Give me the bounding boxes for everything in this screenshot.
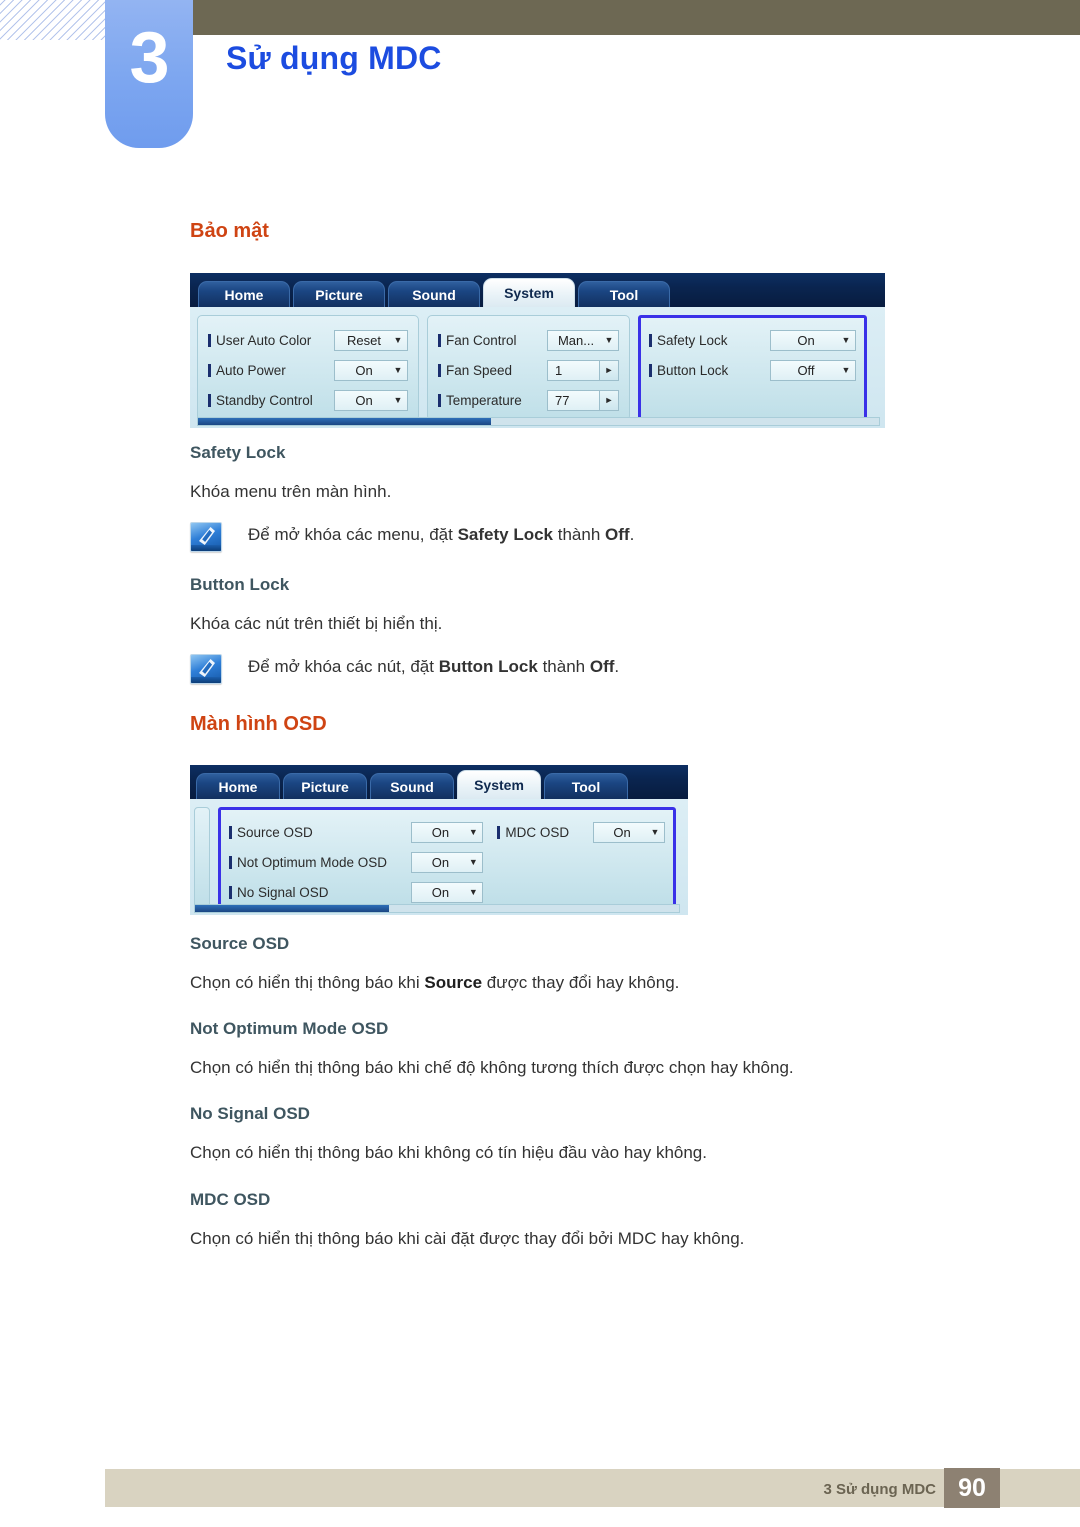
group-security-highlighted: Safety Lock On ▼ Button Lock Off ▼ [638,315,867,421]
body-button-lock: Khóa các nút trên thiết bị hiển thị. [190,614,443,633]
spinner-temperature[interactable]: 77 ► [547,389,619,411]
label-fan-speed: Fan Speed [438,363,512,378]
dropdown-auto-power[interactable]: On ▼ [334,359,408,381]
partial-group-left-edge [194,807,210,908]
chevron-down-icon: ▼ [468,856,478,867]
note-safety-lock-text: Để mở khóa các menu, đặt Safety Lock thà… [248,525,635,544]
label-user-auto-color: User Auto Color [208,333,311,348]
chevron-down-icon: ▼ [468,886,478,897]
chevron-right-icon[interactable]: ► [599,360,618,380]
subsection-title-safety-lock: Safety Lock [190,443,286,462]
row-fan-control: Fan Control Man... ▼ [438,325,619,355]
chevron-down-icon: ▼ [841,334,851,345]
group-fan-temperature: Fan Control Man... ▼ Fan Speed 1 ► Tempe… [427,315,630,421]
label-source-osd: Source OSD [229,825,313,840]
body-safety-lock: Khóa menu trên màn hình. [190,482,392,501]
osd-column-left: Source OSD On ▼ Not Optimum Mode OSD On … [229,817,484,903]
chevron-down-icon: ▼ [650,826,660,837]
row-safety-lock: Safety Lock On ▼ [649,325,856,355]
tab-home[interactable]: Home [198,281,290,307]
page-number: 90 [944,1468,1000,1508]
dropdown-source-osd[interactable]: On ▼ [411,821,484,843]
tab-system[interactable]: System [457,770,541,799]
tab-sound[interactable]: Sound [370,773,454,799]
corner-hatch-decoration [0,0,110,40]
horizontal-scrollbar[interactable] [197,417,880,426]
subsection-title-mdc-osd: MDC OSD [190,1190,271,1209]
body-mdc-osd: Chọn có hiển thị thông báo khi cài đặt đ… [190,1229,745,1248]
label-no-signal-osd: No Signal OSD [229,885,329,900]
horizontal-scrollbar[interactable] [194,904,680,913]
tab-picture[interactable]: Picture [283,773,367,799]
dropdown-button-lock[interactable]: Off ▼ [770,359,856,381]
row-mdc-osd: MDC OSD On ▼ [497,817,665,847]
note-pen-icon [190,522,222,552]
mdc-tabbar-osd: Home Picture Sound System Tool [190,765,688,799]
chevron-down-icon: ▼ [604,334,614,345]
label-not-optimum-mode-osd: Not Optimum Mode OSD [229,855,387,870]
label-standby-control: Standby Control [208,393,313,408]
subsection-title-no-signal-osd: No Signal OSD [190,1104,310,1123]
subsection-title-source-osd: Source OSD [190,934,290,953]
row-no-signal-osd: No Signal OSD On ▼ [229,877,484,907]
mdc-body-system: User Auto Color Reset ▼ Auto Power On ▼ … [190,307,885,428]
dropdown-standby-control[interactable]: On ▼ [334,389,408,411]
section-heading-security: Bảo mật [190,220,269,242]
row-not-optimum-mode-osd: Not Optimum Mode OSD On ▼ [229,847,484,877]
footer-chapter-label: 3 Sử dụng MDC [823,1481,936,1498]
row-user-auto-color: User Auto Color Reset ▼ [208,325,408,355]
dropdown-fan-control[interactable]: Man... ▼ [547,329,619,351]
row-source-osd: Source OSD On ▼ [229,817,484,847]
row-fan-speed: Fan Speed 1 ► [438,355,619,385]
subsection-title-not-optimum-mode-osd: Not Optimum Mode OSD [190,1019,389,1038]
chevron-right-icon[interactable]: ► [599,390,618,410]
body-not-optimum-mode-osd: Chọn có hiển thị thông báo khi chế độ kh… [190,1058,794,1077]
tab-home[interactable]: Home [196,773,280,799]
label-fan-control: Fan Control [438,333,517,348]
dropdown-not-optimum-mode-osd[interactable]: On ▼ [411,851,484,873]
dropdown-safety-lock[interactable]: On ▼ [770,329,856,351]
section-heading-osd: Màn hình OSD [190,713,327,735]
body-source-osd: Chọn có hiển thị thông báo khi Source đư… [190,973,680,992]
mdc-body-osd: Source OSD On ▼ Not Optimum Mode OSD On … [190,799,688,915]
dropdown-user-auto-color[interactable]: Reset ▼ [334,329,408,351]
tab-tool[interactable]: Tool [578,281,670,307]
tab-system[interactable]: System [483,278,575,307]
chevron-down-icon: ▼ [393,394,403,405]
page-title: Sử dụng MDC [226,40,442,76]
note-pen-icon [190,654,222,684]
chevron-down-icon: ▼ [841,364,851,375]
row-temperature: Temperature 77 ► [438,385,619,415]
chapter-number: 3 [129,18,169,98]
dropdown-no-signal-osd[interactable]: On ▼ [411,881,484,903]
tab-tool[interactable]: Tool [544,773,628,799]
body-no-signal-osd: Chọn có hiển thị thông báo khi không có … [190,1143,707,1162]
group-display-settings: User Auto Color Reset ▼ Auto Power On ▼ … [197,315,419,421]
tab-sound[interactable]: Sound [388,281,480,307]
row-button-lock: Button Lock Off ▼ [649,355,856,385]
label-temperature: Temperature [438,393,522,408]
label-button-lock: Button Lock [649,363,728,378]
osd-column-right: MDC OSD On ▼ [497,817,665,898]
scrollbar-thumb[interactable] [195,905,389,912]
label-safety-lock: Safety Lock [649,333,728,348]
chevron-down-icon: ▼ [393,364,403,375]
note-button-lock-text: Để mở khóa các nút, đặt Button Lock thàn… [248,657,620,676]
dropdown-mdc-osd[interactable]: On ▼ [593,821,665,843]
scrollbar-thumb[interactable] [198,418,491,425]
group-osd-highlighted: Source OSD On ▼ Not Optimum Mode OSD On … [218,807,676,908]
row-standby-control: Standby Control On ▼ [208,385,408,415]
label-mdc-osd: MDC OSD [497,825,569,840]
header-band [150,0,1080,35]
subsection-title-button-lock: Button Lock [190,575,290,594]
row-auto-power: Auto Power On ▼ [208,355,408,385]
spinner-fan-speed[interactable]: 1 ► [547,359,619,381]
label-auto-power: Auto Power [208,363,286,378]
tab-picture[interactable]: Picture [293,281,385,307]
mdc-screenshot-osd: Home Picture Sound System Tool Source OS… [190,765,688,915]
mdc-screenshot-system: Home Picture Sound System Tool User Auto… [190,273,885,428]
chevron-down-icon: ▼ [393,334,403,345]
chevron-down-icon: ▼ [468,826,478,837]
mdc-tabbar-system: Home Picture Sound System Tool [190,273,885,307]
